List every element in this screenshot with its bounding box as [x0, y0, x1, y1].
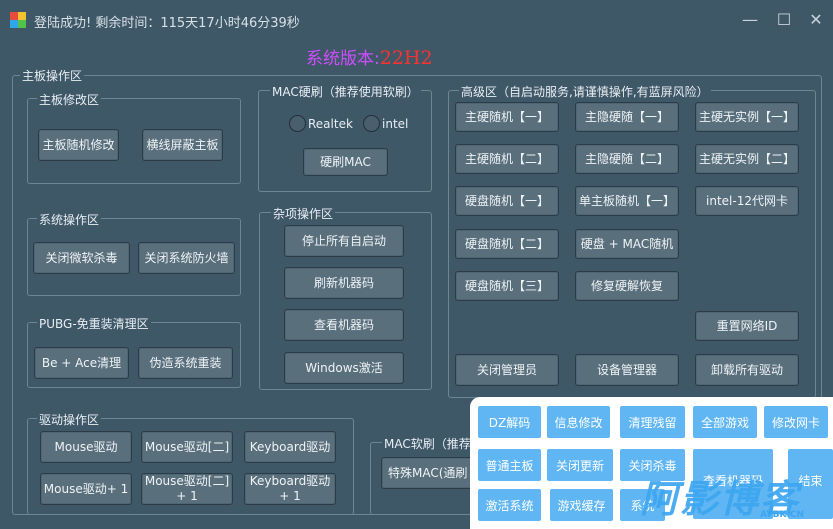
mouse-driver-2-button[interactable]: Mouse驱动[二] [141, 431, 233, 463]
fake-reinstall-button[interactable]: 伪造系统重装 [138, 347, 233, 379]
hard-flash-mac-button[interactable]: 硬刷MAC [303, 148, 388, 176]
keyboard-driver-plus1-button[interactable]: Keyboard驱动 + 1 [244, 473, 336, 505]
adv-no-instance-2-button[interactable]: 主硬无实例【二】 [695, 144, 799, 174]
game-cache-button[interactable]: 游戏缓存 [550, 489, 613, 521]
adv-main-random-2-button[interactable]: 主硬随机【二】 [455, 144, 559, 174]
system-version-value: 22H2 [379, 47, 433, 69]
mouse-driver-button[interactable]: Mouse驱动 [40, 431, 132, 463]
mainboard-area-label: 主板操作区 [20, 67, 85, 84]
adv-uninstall-drivers-button[interactable]: 卸载所有驱动 [695, 354, 799, 386]
activate-system-button[interactable]: 激活系统 [478, 489, 541, 521]
adv-disk-random-2-button[interactable]: 硬盘随机【二】 [455, 229, 559, 259]
window-title: 登陆成功! 剩余时间：115天17小时46分39秒 [34, 16, 300, 31]
normal-board-button[interactable]: 普通主板 [478, 449, 541, 481]
mainboard-modify-label: 主板修改区 [37, 91, 102, 108]
adv-single-board-random-button[interactable]: 单主板随机【一】 [575, 186, 679, 216]
be-ace-clean-button[interactable]: Be + Ace清理 [34, 347, 129, 379]
adv-main-random-1-button[interactable]: 主硬随机【一】 [455, 102, 559, 132]
mac-hard-flash-label: MAC硬刷（推荐使用软刷） [270, 83, 421, 100]
stop-autostart-button[interactable]: 停止所有自启动 [284, 225, 404, 257]
app-logo-icon [10, 12, 26, 28]
realtek-radio-label: Realtek [308, 117, 353, 131]
shield-mainboard-button[interactable]: 横线屏蔽主板 [142, 129, 223, 161]
driver-ops-label: 驱动操作区 [37, 411, 102, 428]
intel-radio-label: intel [382, 117, 409, 131]
keyboard-driver-button[interactable]: Keyboard驱动 [244, 431, 336, 463]
realtek-radio[interactable] [289, 115, 306, 132]
title-bar: 登陆成功! 剩余时间：115天17小时46分39秒 — ☐ ✕ [0, 0, 833, 40]
windows-activate-button[interactable]: Windows激活 [284, 352, 404, 384]
system-version: 系统版本:22H2 [306, 44, 433, 69]
adv-intel-12-nic-button[interactable]: intel-12代网卡 [695, 186, 799, 216]
adv-disable-admin-button[interactable]: 关闭管理员 [455, 354, 559, 386]
minimize-button[interactable]: — [740, 10, 760, 30]
special-mac-button[interactable]: 特殊MAC(通刷 [381, 457, 481, 489]
adv-disk-random-3-button[interactable]: 硬盘随机【三】 [455, 271, 559, 301]
info-modify-button[interactable]: 信息修改 [547, 406, 610, 438]
view-machine-code-button[interactable]: 查看机器码 [284, 309, 404, 341]
clean-residue-button[interactable]: 清理残留 [620, 406, 685, 438]
mouse-driver-2-plus1-button[interactable]: Mouse驱动[二] + 1 [141, 473, 233, 505]
mouse-driver-plus1-button[interactable]: Mouse驱动+ 1 [40, 473, 132, 505]
misc-ops-label: 杂项操作区 [271, 205, 336, 222]
mac-hard-flash-group [258, 90, 432, 192]
dz-decode-button[interactable]: DZ解码 [478, 406, 541, 438]
system-version-label: 系统版本: [306, 49, 380, 69]
all-games-button[interactable]: 全部游戏 [693, 406, 757, 438]
modify-nic-button[interactable]: 修改网卡 [764, 406, 828, 438]
adv-disk-random-1-button[interactable]: 硬盘随机【一】 [455, 186, 559, 216]
adv-reset-network-id-button[interactable]: 重置网络ID [695, 311, 799, 341]
maximize-button[interactable]: ☐ [774, 10, 794, 30]
refresh-machine-code-button[interactable]: 刷新机器码 [284, 267, 404, 299]
system-ops-label: 系统操作区 [37, 211, 102, 228]
blog-watermark-url: AYBK.CN [760, 510, 805, 520]
mac-soft-flash-label: MAC软刷（推荐 [382, 435, 473, 452]
intel-radio[interactable] [363, 115, 380, 132]
adv-hidden-random-1-button[interactable]: 主隐硬随【一】 [575, 102, 679, 132]
adv-no-instance-1-button[interactable]: 主硬无实例【一】 [695, 102, 799, 132]
adv-repair-restore-button[interactable]: 修复硬解恢复 [575, 271, 679, 301]
disable-update-button[interactable]: 关闭更新 [547, 449, 613, 481]
adv-disk-mac-random-button[interactable]: 硬盘 + MAC随机 [575, 229, 679, 259]
disable-firewall-button[interactable]: 关闭系统防火墙 [138, 242, 235, 274]
adv-hidden-random-2-button[interactable]: 主隐硬随【二】 [575, 144, 679, 174]
disable-defender-button[interactable]: 关闭微软杀毒 [33, 242, 130, 274]
close-button[interactable]: ✕ [806, 10, 826, 30]
pubg-clean-label: PUBG-免重装清理区 [37, 315, 151, 332]
blog-watermark: 阿影博客 [640, 477, 801, 521]
advanced-label: 高级区（自启动服务,请谨慎操作,有蓝屏风险） [459, 83, 711, 100]
mainboard-random-modify-button[interactable]: 主板随机修改 [38, 129, 119, 161]
adv-device-manager-button[interactable]: 设备管理器 [575, 354, 679, 386]
